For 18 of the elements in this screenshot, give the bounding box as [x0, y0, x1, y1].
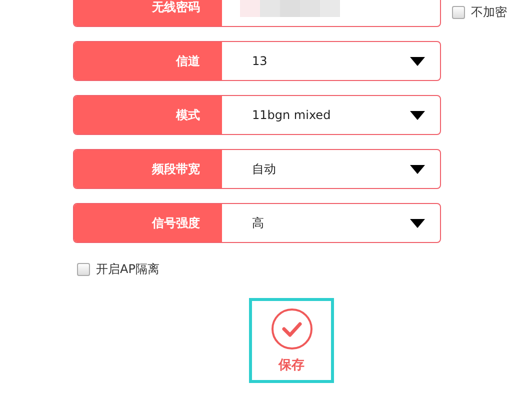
checkmark-circle-icon: [270, 308, 312, 350]
dropdown-arrow-icon: [410, 110, 425, 120]
dropdown[interactable]: 11bgn mixed: [222, 96, 440, 134]
dropdown[interactable]: 13: [222, 42, 440, 80]
dropdown[interactable]: 高: [222, 204, 440, 242]
field-label: 无线密码: [74, 0, 222, 26]
field-label: 模式: [74, 96, 222, 134]
checkbox-label: 开启AP隔离: [96, 261, 160, 278]
checkbox[interactable]: [77, 263, 90, 276]
checkbox-label: 不加密: [471, 4, 507, 21]
field-label: 频段带宽: [74, 150, 222, 188]
dropdown-arrow-icon: [410, 218, 425, 228]
field-label: 信道: [74, 42, 222, 80]
dropdown-arrow-icon: [410, 164, 425, 174]
checkbox[interactable]: [452, 6, 465, 19]
dropdown-arrow-icon: [410, 56, 425, 66]
field-label: 信号强度: [74, 204, 222, 242]
dropdown[interactable]: 自动: [222, 150, 440, 188]
